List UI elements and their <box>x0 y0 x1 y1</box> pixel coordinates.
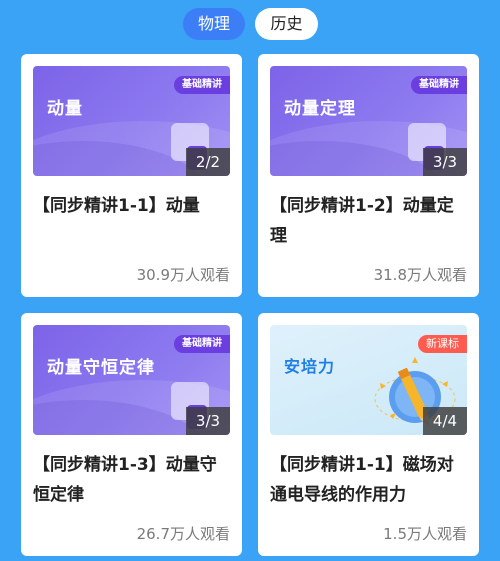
course-tag: 基础精讲 <box>174 335 230 353</box>
course-title: 【同步精讲1-1】磁场对通电导线的作用力 <box>270 455 454 505</box>
thumbnail-title: 安培力 <box>284 357 336 376</box>
subject-tabs: 物理 历史 <box>0 8 500 40</box>
course-thumbnail: 动量守恒定律 基础精讲 3/3 <box>33 325 230 435</box>
thumbnail-title: 动量定理 <box>284 99 356 119</box>
course-card[interactable]: 动量 基础精讲 2/2 【同步精讲1-1】动量 30.9万人观看 <box>21 54 242 297</box>
course-title: 【同步精讲1-3】动量守恒定律 <box>33 455 217 505</box>
thumbnail-title: 动量守恒定律 <box>47 358 155 378</box>
course-card[interactable]: 安培力 新课标 4/4 【同步精讲1-1】磁场对通电导线的作用力 1.5万人观看 <box>258 313 479 556</box>
course-title: 【同步精讲1-2】动量定理 <box>270 196 454 246</box>
course-tag: 新课标 <box>418 335 467 353</box>
course-card[interactable]: 动量守恒定律 基础精讲 3/3 【同步精讲1-3】动量守恒定律 26.7万人观看 <box>21 313 242 556</box>
course-thumbnail: 动量定理 基础精讲 3/3 <box>270 66 467 176</box>
course-thumbnail: 动量 基础精讲 2/2 <box>33 66 230 176</box>
episode-count: 4/4 <box>423 407 467 435</box>
thumbnail-title: 动量 <box>47 99 83 119</box>
view-count: 1.5万人观看 <box>383 525 467 543</box>
view-count: 31.8万人观看 <box>373 266 467 284</box>
course-thumbnail: 安培力 新课标 4/4 <box>270 325 467 435</box>
episode-count: 2/2 <box>186 148 230 176</box>
tab-physics[interactable]: 物理 <box>183 8 245 40</box>
course-title: 【同步精讲1-1】动量 <box>33 196 200 216</box>
view-count: 26.7万人观看 <box>136 525 230 543</box>
course-tag: 基础精讲 <box>174 76 230 94</box>
tab-history[interactable]: 历史 <box>255 8 318 40</box>
episode-count: 3/3 <box>186 407 230 435</box>
course-tag: 基础精讲 <box>411 76 467 94</box>
view-count: 30.9万人观看 <box>136 266 230 284</box>
episode-count: 3/3 <box>423 148 467 176</box>
course-card[interactable]: 动量定理 基础精讲 3/3 【同步精讲1-2】动量定理 31.8万人观看 <box>258 54 479 297</box>
